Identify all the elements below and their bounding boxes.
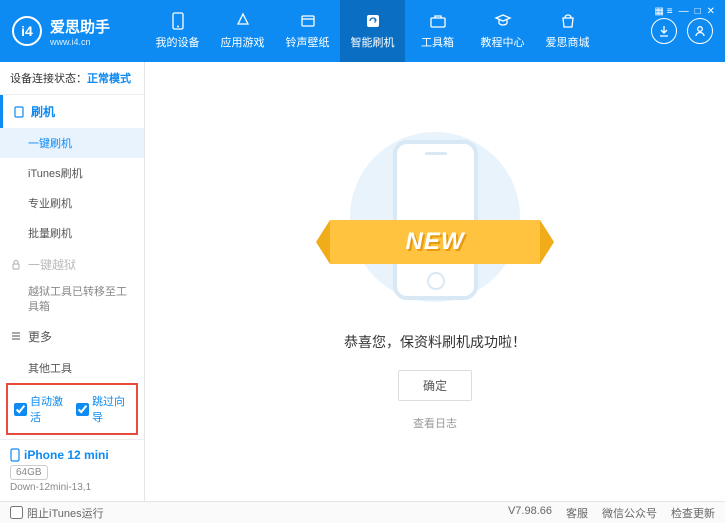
toolbox-icon bbox=[429, 12, 447, 30]
close-button[interactable]: ✕ bbox=[707, 6, 715, 17]
device-storage: 64GB bbox=[10, 465, 48, 480]
version-label: V7.98.66 bbox=[508, 505, 552, 521]
ringtone-icon bbox=[299, 12, 317, 30]
sidebar-section-more[interactable]: 更多 bbox=[0, 320, 144, 353]
connection-status: 设备连接状态：正常模式 bbox=[0, 62, 144, 95]
app-url: www.i4.cn bbox=[50, 37, 110, 47]
sidebar-item-pro-flash[interactable]: 专业刷机 bbox=[0, 188, 144, 218]
lock-icon bbox=[10, 259, 22, 271]
nav-tutorials[interactable]: 教程中心 bbox=[470, 0, 535, 62]
apps-icon bbox=[234, 12, 252, 30]
sidebar-item-other-tools[interactable]: 其他工具 bbox=[0, 353, 144, 379]
update-link[interactable]: 检查更新 bbox=[671, 505, 715, 521]
nav-flash[interactable]: 智能刷机 bbox=[340, 0, 405, 62]
success-message: 恭喜您，保资料刷机成功啦！ bbox=[344, 332, 526, 352]
header-actions bbox=[651, 18, 725, 44]
success-illustration: NEW bbox=[335, 132, 535, 312]
tutorial-icon bbox=[494, 12, 512, 30]
nav-ringtones[interactable]: 铃声壁纸 bbox=[275, 0, 340, 62]
view-log-link[interactable]: 查看日志 bbox=[413, 415, 457, 431]
main-nav: 我的设备 应用游戏 铃声壁纸 智能刷机 工具箱 教程中心 爱思商城 bbox=[145, 0, 651, 62]
checkbox-auto-activate[interactable]: 自动激活 bbox=[14, 393, 68, 425]
sidebar-section-jailbreak[interactable]: 一键越狱 bbox=[0, 248, 144, 281]
phone-small-icon bbox=[13, 106, 25, 118]
device-model: Down-12mini-13,1 bbox=[10, 482, 134, 493]
sidebar: 设备连接状态：正常模式 刷机 一键刷机 iTunes刷机 专业刷机 批量刷机 一… bbox=[0, 62, 145, 501]
statusbar: 阻止iTunes运行 V7.98.66 客服 微信公众号 检查更新 bbox=[0, 501, 725, 523]
device-name: iPhone 12 mini bbox=[10, 448, 134, 462]
header: i4 爱思助手 www.i4.cn 我的设备 应用游戏 铃声壁纸 智能刷机 工具… bbox=[0, 0, 725, 62]
sidebar-item-batch-flash[interactable]: 批量刷机 bbox=[0, 218, 144, 248]
ok-button[interactable]: 确定 bbox=[398, 370, 472, 401]
checkbox-skip-guide[interactable]: 跳过向导 bbox=[76, 393, 130, 425]
phone-icon bbox=[169, 12, 187, 30]
flash-icon bbox=[364, 12, 382, 30]
flash-options: 自动激活 跳过向导 bbox=[6, 383, 138, 435]
minimize-button[interactable]: — bbox=[679, 6, 689, 17]
service-link[interactable]: 客服 bbox=[566, 505, 588, 521]
window-controls: ▦ ≡ — □ ✕ bbox=[655, 6, 716, 17]
download-icon[interactable] bbox=[651, 18, 677, 44]
user-icon[interactable] bbox=[687, 18, 713, 44]
sidebar-section-flash[interactable]: 刷机 bbox=[0, 95, 144, 128]
list-icon bbox=[10, 330, 22, 342]
jailbreak-note: 越狱工具已转移至工具箱 bbox=[0, 281, 144, 320]
nav-my-device[interactable]: 我的设备 bbox=[145, 0, 210, 62]
main-content: NEW 恭喜您，保资料刷机成功啦！ 确定 查看日志 bbox=[145, 62, 725, 501]
checkbox-block-itunes[interactable]: 阻止iTunes运行 bbox=[10, 505, 104, 521]
device-info[interactable]: iPhone 12 mini 64GB Down-12mini-13,1 bbox=[0, 439, 144, 501]
sidebar-item-itunes-flash[interactable]: iTunes刷机 bbox=[0, 158, 144, 188]
wechat-link[interactable]: 微信公众号 bbox=[602, 505, 657, 521]
store-icon bbox=[559, 12, 577, 30]
nav-apps[interactable]: 应用游戏 bbox=[210, 0, 275, 62]
sidebar-item-oneclick-flash[interactable]: 一键刷机 bbox=[0, 128, 144, 158]
logo-icon: i4 bbox=[12, 16, 42, 46]
device-icon bbox=[10, 448, 20, 462]
nav-store[interactable]: 爱思商城 bbox=[535, 0, 600, 62]
new-ribbon: NEW bbox=[330, 220, 540, 264]
maximize-button[interactable]: □ bbox=[695, 6, 701, 17]
app-name: 爱思助手 bbox=[50, 16, 110, 37]
logo: i4 爱思助手 www.i4.cn bbox=[0, 16, 145, 47]
nav-toolbox[interactable]: 工具箱 bbox=[405, 0, 470, 62]
menu-icon[interactable]: ▦ ≡ bbox=[655, 6, 673, 17]
